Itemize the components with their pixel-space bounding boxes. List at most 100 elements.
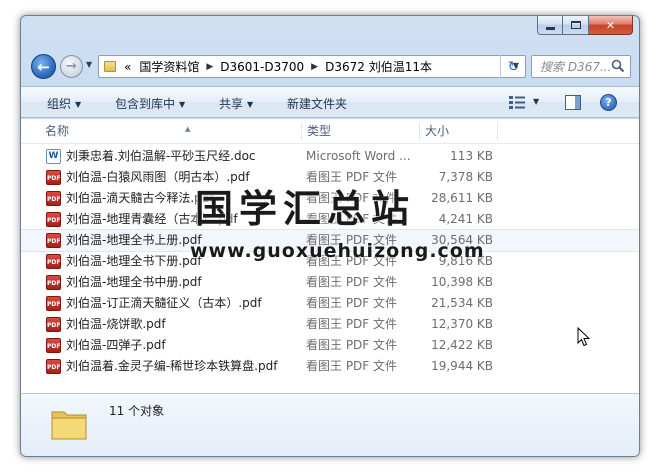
item-count: 11 个对象 bbox=[109, 404, 165, 418]
file-row[interactable]: W 刘秉忠着.刘伯温解-平砂玉尺经.doc Microsoft Word ...… bbox=[21, 146, 639, 167]
file-row[interactable]: PDF 刘伯温-订正滴天髓征义（古本）.pdf 看图王 PDF 文件 21,53… bbox=[21, 293, 639, 314]
file-type: 看图王 PDF 文件 bbox=[306, 338, 398, 352]
maximize-button[interactable] bbox=[563, 16, 589, 35]
column-header-type[interactable]: 类型 bbox=[301, 119, 419, 144]
dropdown-arrow-icon: ▼ bbox=[75, 100, 82, 109]
share-label: 共享 bbox=[219, 97, 244, 111]
maximize-icon bbox=[570, 21, 581, 29]
column-size-label: 大小 bbox=[425, 124, 450, 138]
navigation-bar: ← → ▼ « 国学资料馆 ▶ D3601-D3700 ▶ D3672 刘伯温1… bbox=[21, 51, 639, 81]
breadcrumb-overflow[interactable]: « bbox=[120, 60, 135, 74]
file-size: 113 KB bbox=[450, 149, 493, 163]
file-type: Microsoft Word ... bbox=[306, 149, 411, 163]
change-view-icon[interactable] bbox=[509, 96, 525, 109]
include-in-library-menu[interactable]: 包含到库中 ▼ bbox=[115, 95, 185, 112]
breadcrumb-item[interactable]: D3601-D3700 bbox=[216, 60, 308, 74]
file-size: 19,944 KB bbox=[431, 359, 493, 373]
details-pane: 11 个对象 bbox=[21, 393, 639, 456]
include-in-library-label: 包含到库中 bbox=[115, 97, 176, 111]
refresh-button[interactable]: ↻ bbox=[500, 55, 526, 78]
pdf-icon: PDF bbox=[46, 338, 61, 353]
file-name: 刘伯温着.金灵子编-稀世珍本铁算盘.pdf bbox=[66, 359, 278, 373]
pdf-icon: PDF bbox=[46, 233, 61, 248]
new-folder-button[interactable]: 新建文件夹 bbox=[287, 95, 347, 112]
file-type: 看图王 PDF 文件 bbox=[306, 296, 398, 310]
caption-buttons: ✕ bbox=[537, 16, 633, 35]
recent-pages-dropdown[interactable]: ▼ bbox=[86, 60, 92, 69]
watermark-url: www.guoxuehuizong.com bbox=[190, 240, 485, 262]
file-name: 刘伯温-地理全书中册.pdf bbox=[66, 275, 202, 289]
address-bar[interactable]: « 国学资料馆 ▶ D3601-D3700 ▶ D3672 刘伯温11本 ▼ bbox=[98, 55, 526, 78]
organize-label: 组织 bbox=[47, 97, 72, 111]
mouse-cursor-icon bbox=[577, 327, 591, 347]
file-size: 12,370 KB bbox=[431, 317, 493, 331]
sort-ascending-icon: ▲ bbox=[185, 125, 191, 133]
pdf-icon: PDF bbox=[46, 359, 61, 374]
share-menu[interactable]: 共享 ▼ bbox=[219, 95, 253, 112]
pdf-icon: PDF bbox=[46, 254, 61, 269]
file-size: 12,422 KB bbox=[431, 338, 493, 352]
pdf-icon: PDF bbox=[46, 296, 61, 311]
file-size: 7,378 KB bbox=[438, 170, 493, 184]
file-size: 4,241 KB bbox=[438, 212, 493, 226]
pdf-icon: PDF bbox=[46, 191, 61, 206]
help-icon: ? bbox=[605, 96, 612, 109]
word-doc-icon: W bbox=[46, 149, 61, 164]
file-size: 21,534 KB bbox=[431, 296, 493, 310]
dropdown-arrow-icon: ▼ bbox=[247, 100, 254, 109]
pdf-icon: PDF bbox=[46, 317, 61, 332]
file-name: 刘伯温-四弹子.pdf bbox=[66, 338, 166, 352]
search-input[interactable]: 搜索 D367... bbox=[531, 55, 631, 78]
close-icon: ✕ bbox=[605, 18, 616, 32]
minimize-button[interactable] bbox=[537, 16, 563, 35]
search-placeholder: 搜索 D367... bbox=[540, 60, 612, 74]
file-name: 刘秉忠着.刘伯温解-平砂玉尺经.doc bbox=[66, 149, 256, 163]
back-arrow-icon: ← bbox=[37, 57, 50, 76]
column-headers: 名称 ▲ 类型 大小 bbox=[21, 119, 639, 144]
watermark-text: 国学汇总站 bbox=[195, 187, 416, 231]
forward-arrow-icon: → bbox=[66, 59, 77, 74]
breadcrumb-chevron-icon[interactable]: ▶ bbox=[308, 62, 321, 72]
file-type: 看图王 PDF 文件 bbox=[306, 317, 398, 331]
view-options-dropdown-icon[interactable]: ▼ bbox=[533, 97, 539, 106]
file-name: 刘伯温-烧饼歌.pdf bbox=[66, 317, 166, 331]
file-row[interactable]: PDF 刘伯温-地理全书中册.pdf 看图王 PDF 文件 10,398 KB bbox=[21, 272, 639, 293]
help-button[interactable]: ? bbox=[600, 94, 617, 111]
file-row[interactable]: PDF 刘伯温-四弹子.pdf 看图王 PDF 文件 12,422 KB bbox=[21, 335, 639, 356]
folder-icon bbox=[51, 411, 87, 440]
preview-pane-icon[interactable] bbox=[565, 95, 581, 110]
dropdown-arrow-icon: ▼ bbox=[179, 100, 186, 109]
explorer-window: ✕ ← → ▼ « 国学资料馆 ▶ D3601-D3700 ▶ D3672 刘伯… bbox=[20, 15, 640, 457]
file-type: 看图王 PDF 文件 bbox=[306, 359, 398, 373]
pdf-icon: PDF bbox=[46, 212, 61, 227]
pdf-icon: PDF bbox=[46, 170, 61, 185]
close-button[interactable]: ✕ bbox=[589, 16, 633, 35]
forward-button[interactable]: → bbox=[60, 55, 83, 78]
file-name: 刘伯温-地理全书上册.pdf bbox=[66, 233, 202, 247]
file-size: 28,611 KB bbox=[431, 191, 493, 205]
column-divider[interactable] bbox=[497, 122, 498, 141]
file-row[interactable]: PDF 刘伯温着.金灵子编-稀世珍本铁算盘.pdf 看图王 PDF 文件 19,… bbox=[21, 356, 639, 377]
file-name: 刘伯温-滴天髓古今释法.pdf bbox=[66, 191, 214, 205]
column-type-label: 类型 bbox=[307, 124, 332, 138]
new-folder-label: 新建文件夹 bbox=[287, 97, 348, 111]
breadcrumb-item[interactable]: 国学资料馆 bbox=[135, 58, 203, 75]
file-type: 看图王 PDF 文件 bbox=[306, 275, 398, 289]
organize-menu[interactable]: 组织 ▼ bbox=[47, 95, 81, 112]
minimize-icon bbox=[545, 26, 555, 30]
column-header-name[interactable]: 名称 ▲ bbox=[39, 119, 301, 144]
file-row[interactable]: PDF 刘伯温-烧饼歌.pdf 看图王 PDF 文件 12,370 KB bbox=[21, 314, 639, 335]
search-icon bbox=[611, 59, 625, 73]
folder-icon bbox=[104, 61, 116, 72]
breadcrumb-item[interactable]: D3672 刘伯温11本 bbox=[321, 58, 436, 75]
breadcrumb-chevron-icon[interactable]: ▶ bbox=[203, 62, 216, 72]
file-name: 刘伯温-地理全书下册.pdf bbox=[66, 254, 202, 268]
file-size: 10,398 KB bbox=[431, 275, 493, 289]
file-name: 刘伯温-订正滴天髓征义（古本）.pdf bbox=[66, 296, 262, 310]
column-header-size[interactable]: 大小 bbox=[419, 119, 497, 144]
column-name-label: 名称 bbox=[45, 124, 70, 138]
pdf-icon: PDF bbox=[46, 275, 61, 290]
back-button[interactable]: ← bbox=[31, 54, 56, 79]
command-bar: 组织 ▼ 包含到库中 ▼ 共享 ▼ 新建文件夹 ▼ ? bbox=[21, 86, 639, 118]
refresh-icon: ↻ bbox=[507, 58, 520, 75]
